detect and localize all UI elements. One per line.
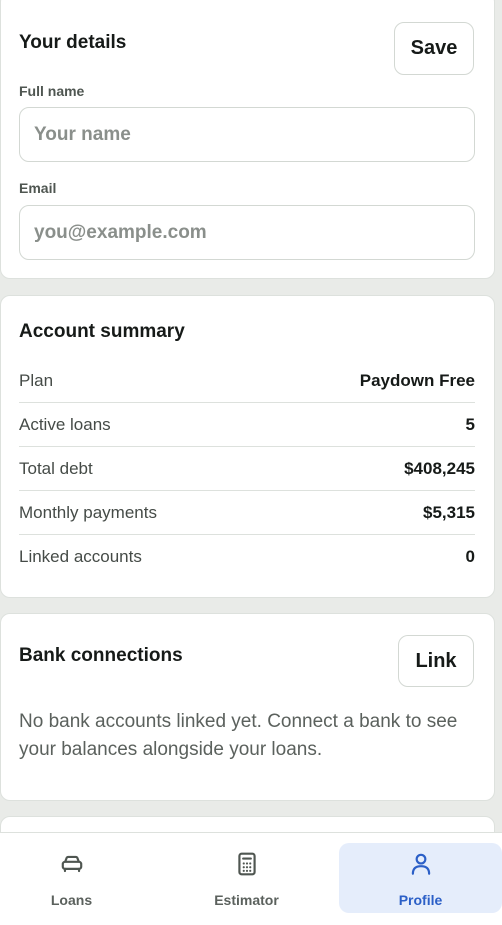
car-icon [61, 855, 82, 873]
nav-label-loans: Loans [50, 892, 93, 908]
summary-label: Linked accounts [19, 547, 142, 566]
summary-value: $5,315 [423, 503, 475, 522]
summary-label: Total debt [19, 459, 93, 478]
summary-label: Monthly payments [19, 503, 157, 522]
bank-connections-card: Bank connections Link No bank accounts l… [0, 613, 495, 801]
full-name-input[interactable] [19, 107, 475, 162]
calculator-icon [237, 852, 256, 876]
summary-row-plan: Plan Paydown Free [19, 359, 475, 403]
link-bank-button[interactable]: Link [398, 635, 474, 687]
bank-empty-message: No bank accounts linked yet. Connect a b… [19, 711, 458, 760]
summary-row-monthly-payments: Monthly payments $5,315 [19, 491, 475, 535]
summary-value: $408,245 [404, 459, 475, 478]
bottom-nav: Loans Estimator Profile [0, 832, 502, 925]
summary-label: Plan [19, 371, 54, 390]
nav-label-profile: Profile [398, 892, 443, 908]
nav-label-estimator: Estimator [214, 892, 279, 908]
email-label: Email [19, 180, 57, 196]
full-name-label: Full name [19, 83, 85, 99]
summary-row-active-loans: Active loans 5 [19, 403, 475, 447]
summary-row-linked-accounts: Linked accounts 0 [19, 535, 475, 579]
nav-item-loans[interactable]: Loans [0, 843, 153, 913]
nav-item-estimator[interactable]: Estimator [165, 843, 328, 913]
details-title: Your details [19, 32, 127, 53]
summary-value: 5 [465, 415, 475, 434]
details-card: Your details Save Full name Email [0, 0, 495, 279]
summary-row-total-debt: Total debt $408,245 [19, 447, 475, 491]
email-input[interactable] [19, 205, 475, 260]
bank-connections-title: Bank connections [19, 645, 183, 666]
user-icon [411, 853, 430, 875]
account-summary-card: Account summary Plan Paydown Free Active… [0, 295, 495, 598]
account-summary-title: Account summary [19, 321, 185, 342]
summary-value: Paydown Free [359, 371, 475, 390]
nav-item-profile[interactable]: Profile [339, 843, 502, 913]
save-button[interactable]: Save [394, 22, 474, 75]
summary-value: 0 [465, 547, 475, 566]
summary-label: Active loans [19, 415, 111, 434]
